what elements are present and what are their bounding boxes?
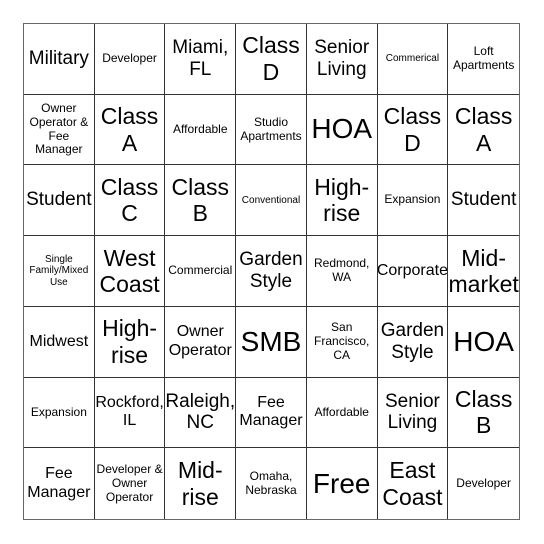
bingo-cell-label: Owner Operator & Fee Manager [29, 100, 89, 157]
bingo-cell-label: Senior Living [314, 37, 370, 80]
bingo-cell-label: Class B [171, 173, 230, 227]
bingo-cell[interactable]: Senior Living [306, 24, 378, 95]
bingo-cell-label: Rockford, IL [95, 394, 164, 430]
bingo-cell[interactable]: Fee Manager [236, 377, 307, 449]
bingo-cell-label: Omaha, Nebraska [245, 468, 297, 497]
bingo-cell-label: Corporate [377, 261, 448, 279]
bingo-cell[interactable]: Garden Style [377, 306, 449, 378]
bingo-cell[interactable]: High-rise [94, 306, 166, 378]
bingo-cell[interactable]: Military [24, 24, 95, 95]
bingo-cell-label: Class B [454, 385, 513, 439]
bingo-cell[interactable]: Class D [236, 24, 307, 95]
bingo-cell[interactable]: Garden Style [236, 236, 307, 307]
bingo-cell[interactable]: Developer [448, 448, 519, 519]
bingo-cell-label: Miami, FL [172, 37, 229, 80]
bingo-cell-label: Free [312, 467, 371, 499]
bingo-cell-label: Loft Apartments [452, 44, 515, 72]
bingo-cell-label: Expansion [30, 404, 87, 419]
bingo-cell-label: Raleigh, NC [165, 390, 236, 434]
bingo-cell-label: Mid-market [448, 244, 519, 297]
bingo-cell[interactable]: Studio Apartments [236, 94, 307, 166]
bingo-cell-label: Affordable [314, 404, 369, 419]
bingo-cell[interactable]: Raleigh, NC [165, 377, 237, 449]
bingo-cell-label: Midwest [29, 332, 89, 350]
bingo-cell-label: West Coast [99, 244, 160, 297]
bingo-cell[interactable]: Class A [94, 94, 166, 166]
bingo-cell-label: Class D [242, 32, 300, 85]
bingo-cell[interactable]: Expansion [24, 377, 95, 449]
bingo-cell-label: HOA [453, 325, 514, 357]
bingo-cell-label: Class C [100, 173, 159, 227]
bingo-cell[interactable]: Affordable [165, 94, 237, 166]
bingo-board: Military Developer Miami, FL Class D Senior … [23, 23, 520, 520]
bingo-cell[interactable]: SMB [236, 306, 307, 378]
bingo-cell-label: Single Family/Mixed Use [29, 253, 89, 288]
bingo-cell[interactable]: High-rise [306, 165, 378, 237]
bingo-cell[interactable]: Omaha, Nebraska [236, 448, 307, 519]
bingo-cell-label: High-rise [314, 173, 370, 227]
bingo-cell-label: Student [450, 189, 517, 211]
bingo-cell[interactable]: HOA [306, 94, 378, 166]
bingo-cell-label: Senior Living [384, 390, 440, 434]
bingo-cell-label: Developer [102, 50, 157, 65]
bingo-cell-label: Owner Operator [168, 323, 232, 359]
bingo-cell[interactable]: Student [448, 165, 519, 237]
bingo-cell[interactable]: Redmond, WA [306, 236, 378, 307]
bingo-cell[interactable]: San Francisco, CA [306, 306, 378, 378]
bingo-cell-label: Fee Manager [27, 465, 91, 501]
bingo-cell-label: Affordable [173, 121, 228, 136]
bingo-cell-label: Studio Apartments [240, 114, 302, 143]
bingo-cell-label: Student [26, 189, 92, 211]
bingo-cell[interactable]: West Coast [94, 236, 166, 307]
bingo-cell-label: Commercial [168, 263, 233, 278]
bingo-cell-label: Military [28, 47, 89, 69]
bingo-cell-label: Redmond, WA [314, 256, 370, 284]
bingo-cell[interactable]: Miami, FL [165, 24, 237, 95]
bingo-cell[interactable]: Expansion [377, 165, 449, 237]
bingo-cell-label: Commerical [385, 53, 440, 65]
bingo-cell-label: Garden Style [239, 249, 303, 292]
bingo-cell[interactable]: Class C [94, 165, 166, 237]
bingo-cell[interactable]: Rockford, IL [94, 377, 166, 449]
bingo-cell[interactable]: Commercial [165, 236, 237, 307]
bingo-cell[interactable]: Midwest [24, 306, 95, 378]
bingo-cell-free[interactable]: Free [307, 448, 378, 519]
bingo-cell-label: Developer [456, 475, 511, 490]
bingo-cell[interactable]: Class B [448, 378, 519, 449]
bingo-cell[interactable]: Fee Manager [24, 448, 95, 519]
bingo-cell[interactable]: Conventional [236, 165, 307, 237]
bingo-cell[interactable]: East Coast [378, 448, 449, 519]
bingo-cell-label: HOA [311, 113, 373, 145]
bingo-cell-label: Class D [383, 103, 442, 156]
bingo-cell-label: Fee Manager [239, 394, 303, 430]
bingo-cell[interactable]: Affordable [306, 377, 378, 449]
bingo-cell[interactable]: Owner Operator & Fee Manager [24, 94, 95, 166]
bingo-cell[interactable]: Owner Operator [165, 306, 237, 378]
bingo-cell[interactable]: Student [24, 165, 95, 237]
bingo-cell[interactable]: Class B [165, 165, 237, 237]
bingo-cell-label: Developer & Owner Operator [96, 461, 163, 504]
bingo-cell-label: SMB [240, 325, 302, 357]
bingo-cell[interactable]: Senior Living [377, 377, 449, 449]
bingo-cell-label: Garden Style [380, 319, 445, 363]
bingo-cell-label: Class A [100, 103, 159, 156]
bingo-cell[interactable]: HOA [448, 307, 519, 378]
bingo-cell[interactable]: Class D [377, 94, 449, 166]
bingo-cell-label: Mid-rise [177, 457, 223, 510]
bingo-cell[interactable]: Mid-market [448, 236, 519, 307]
bingo-cell[interactable]: Class A [448, 95, 519, 166]
bingo-cell[interactable]: Corporate [377, 236, 449, 307]
bingo-cell-label: Class A [454, 103, 513, 156]
bingo-cell[interactable]: Loft Apartments [448, 24, 519, 95]
bingo-cell[interactable]: Developer & Owner Operator [95, 448, 166, 519]
bingo-cell-label: San Francisco, CA [314, 320, 370, 362]
bingo-cell[interactable]: Single Family/Mixed Use [24, 236, 95, 307]
bingo-cell-label: Conventional [241, 194, 301, 206]
bingo-cell-label: East Coast [382, 457, 443, 510]
bingo-cell-label: Expansion [384, 192, 441, 207]
bingo-cell[interactable]: Developer [94, 24, 166, 95]
bingo-cell-label: High-rise [102, 315, 158, 368]
bingo-cell[interactable]: Commerical [377, 24, 449, 95]
bingo-cell[interactable]: Mid-rise [165, 448, 237, 519]
